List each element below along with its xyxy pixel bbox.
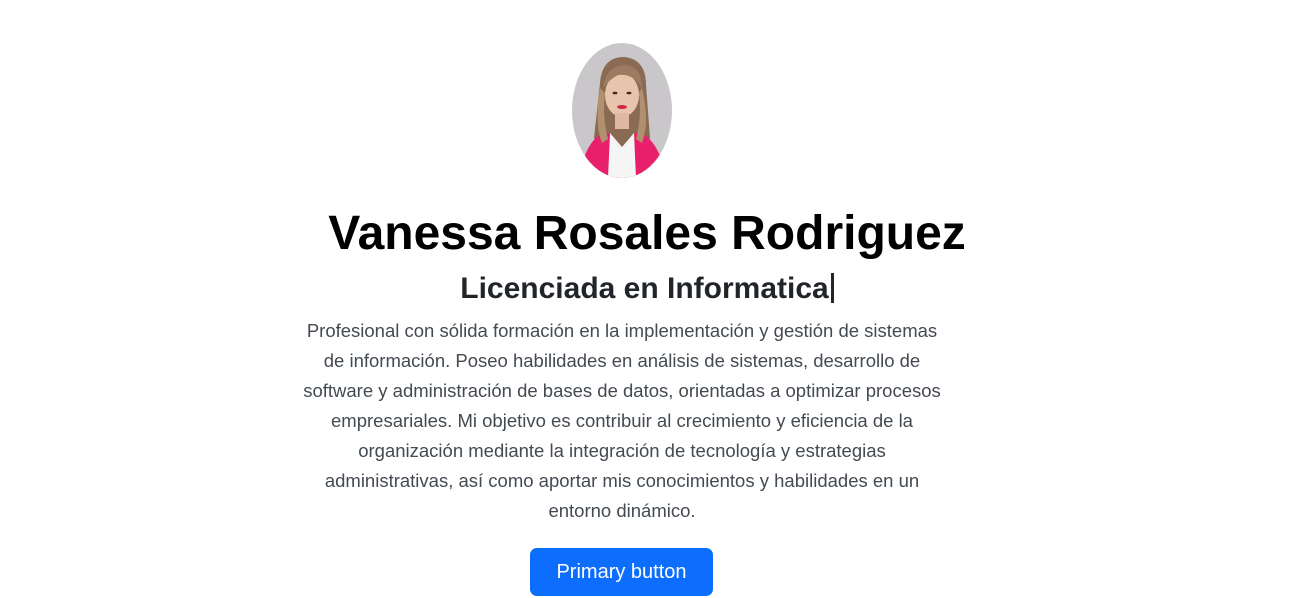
profile-title-text: Licenciada en Informatica xyxy=(460,272,829,305)
hero-section: Vanessa Rosales Rodriguez Licenciada en … xyxy=(0,0,1294,598)
profile-photo-icon xyxy=(572,43,672,178)
avatar xyxy=(572,43,672,178)
typing-caret-icon xyxy=(830,273,834,303)
profile-name: Vanessa Rosales Rodriguez xyxy=(328,207,966,260)
profile-title: Licenciada en Informatica xyxy=(0,270,1294,308)
primary-button[interactable]: Primary button xyxy=(530,548,713,596)
profile-description: Profesional con sólida formación en la i… xyxy=(303,320,941,521)
